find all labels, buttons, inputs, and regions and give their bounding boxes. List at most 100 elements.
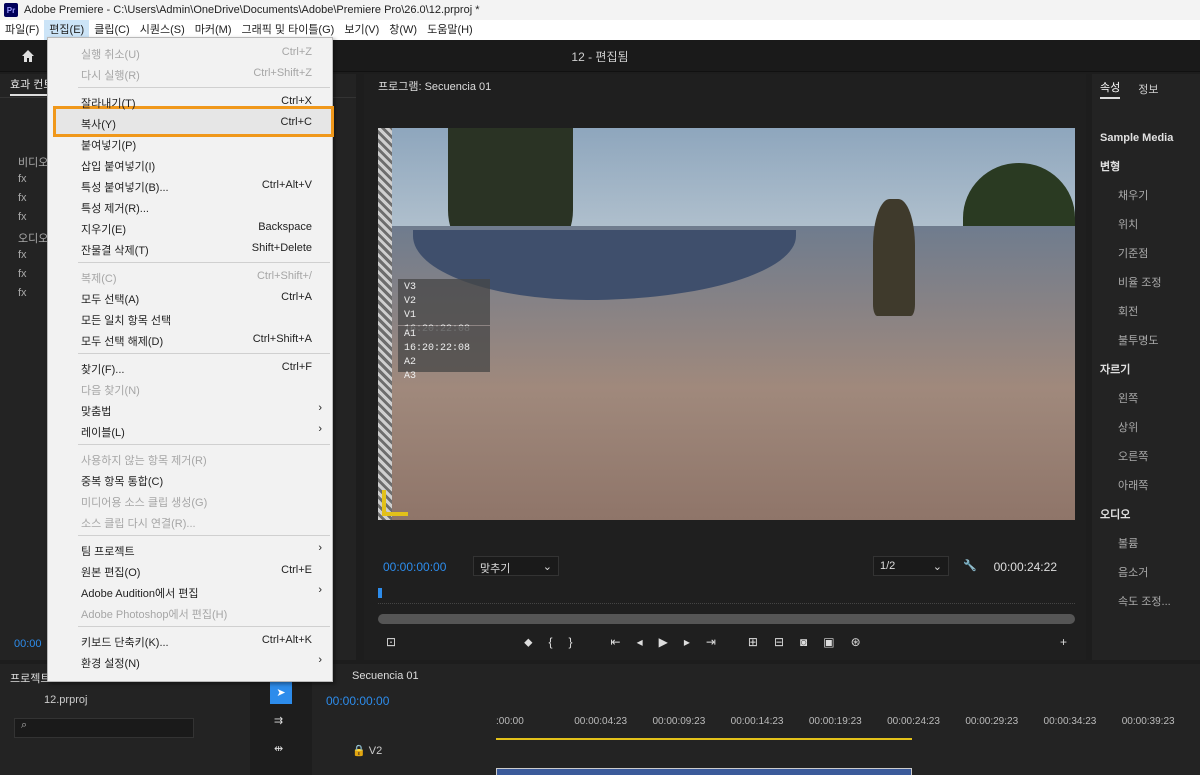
menu-item[interactable]: 지우기(E) Backspace: [48, 217, 332, 238]
section-audio[interactable]: 오디오: [1100, 501, 1200, 530]
timeline-timecode[interactable]: 00:00:00:00: [326, 694, 389, 708]
tab-properties[interactable]: 속성: [1100, 79, 1121, 99]
menu-file[interactable]: 파일(F): [0, 20, 44, 40]
menu-item[interactable]: 키보드 단축키(K)... Ctrl+Alt+K: [48, 630, 332, 651]
effect-row[interactable]: 오디오: [18, 230, 48, 249]
menu-item[interactable]: 잔물결 삭제(T) Shift+Delete: [48, 238, 332, 259]
menu-item[interactable]: 중복 항목 통합(C): [48, 469, 332, 490]
time-ruler[interactable]: [378, 588, 1075, 604]
effect-row[interactable]: fx: [18, 287, 48, 306]
overwrite-icon[interactable]: ⊟: [774, 635, 784, 649]
mute-checkbox[interactable]: 음소거: [1100, 559, 1200, 588]
menu-help[interactable]: 도움말(H): [422, 20, 478, 40]
in-point-icon[interactable]: {: [548, 635, 552, 649]
menu-item[interactable]: 특성 제거(R)...: [48, 196, 332, 217]
menu-item-label: 모든 일치 항목 선택: [81, 315, 172, 327]
go-to-in-icon[interactable]: ⇤: [611, 635, 621, 649]
quality-dropdown[interactable]: 1/2 ⌄: [873, 556, 949, 576]
menu-item-label: 모두 선택(A): [81, 294, 140, 306]
timeline-clip[interactable]: [496, 768, 912, 775]
menu-item[interactable]: 잘라내기(T) Ctrl+X: [48, 91, 332, 112]
property-item[interactable]: 위치: [1100, 211, 1200, 240]
go-to-out-icon[interactable]: ⇥: [706, 635, 716, 649]
menu-item[interactable]: 맞춤법 ›: [48, 399, 332, 420]
track-select-tool-icon[interactable]: ⇉: [274, 714, 283, 727]
property-item[interactable]: 아래쪽: [1100, 472, 1200, 501]
menu-item-shortcut: Ctrl+C: [280, 116, 312, 128]
project-file[interactable]: 12.prproj: [0, 692, 250, 708]
premiere-logo-icon: Pr: [4, 3, 18, 17]
playhead-marker[interactable]: [378, 588, 382, 598]
menu-view[interactable]: 보기(V): [339, 20, 384, 40]
menu-item[interactable]: 원본 편집(O) Ctrl+E: [48, 560, 332, 581]
property-item[interactable]: 볼륨: [1100, 530, 1200, 559]
menu-item[interactable]: 모든 일치 항목 선택: [48, 308, 332, 329]
menu-item[interactable]: 환경 설정(N) ›: [48, 651, 332, 672]
menu-item: 미디어용 소스 클립 생성(G): [48, 490, 332, 511]
marker-icon[interactable]: ⬥: [524, 635, 532, 650]
effect-row[interactable]: fx: [18, 192, 48, 211]
step-forward-icon[interactable]: ▸: [684, 635, 690, 649]
section-transform[interactable]: 변형: [1100, 153, 1200, 182]
play-icon[interactable]: ▶: [659, 635, 668, 649]
add-button-icon[interactable]: +: [1060, 635, 1067, 649]
menu-item[interactable]: 붙여넣기(P): [48, 133, 332, 154]
tab-program[interactable]: 프로그램: Secuencia 01: [378, 78, 491, 94]
lock-icon[interactable]: 🔒: [352, 745, 366, 757]
menu-item[interactable]: 모두 선택(A) Ctrl+A: [48, 287, 332, 308]
effect-timecode[interactable]: 00:00: [14, 638, 42, 650]
track-label: V2: [368, 745, 383, 757]
property-item[interactable]: 불투명도: [1100, 327, 1200, 356]
wrench-icon[interactable]: 🔧: [963, 559, 977, 572]
compare-icon[interactable]: ▣: [823, 635, 834, 649]
effect-row[interactable]: fx: [18, 173, 48, 192]
menu-item-label: 특성 붙여넣기(B)...: [81, 182, 169, 194]
menu-item[interactable]: 삽입 붙여넣기(I): [48, 154, 332, 175]
submenu-arrow-icon: ›: [318, 542, 322, 554]
playhead-timecode[interactable]: 00:00:00:00: [383, 560, 446, 574]
menu-item[interactable]: 찾기(F)... Ctrl+F: [48, 357, 332, 378]
menu-item: 다음 찾기(N): [48, 378, 332, 399]
tab-info[interactable]: 정보: [1138, 81, 1158, 97]
selection-tool-icon[interactable]: ➤: [270, 682, 292, 704]
work-area-bar[interactable]: [496, 738, 912, 740]
property-item[interactable]: 회전: [1100, 298, 1200, 327]
effect-row[interactable]: fx: [18, 211, 48, 230]
tab-sequence[interactable]: Secuencia 01: [352, 670, 419, 682]
out-point-icon[interactable]: }: [568, 635, 572, 649]
menu-item[interactable]: 팀 프로젝트 ›: [48, 539, 332, 560]
section-crop[interactable]: 자르기: [1100, 356, 1200, 385]
property-item[interactable]: 오른쪽: [1100, 443, 1200, 472]
step-back-icon[interactable]: ◂: [637, 635, 643, 649]
effect-row[interactable]: fx: [18, 249, 48, 268]
property-item[interactable]: 상위: [1100, 414, 1200, 443]
vr-icon[interactable]: ⊛: [851, 635, 861, 649]
fit-dropdown[interactable]: 맞추기 ⌄: [473, 556, 559, 576]
menu-item[interactable]: 레이블(L) ›: [48, 420, 332, 441]
camera-icon[interactable]: ◙: [800, 635, 807, 649]
menu-item[interactable]: 모두 선택 해제(D) Ctrl+Shift+A: [48, 329, 332, 350]
menu-item-shortcut: Ctrl+Shift+/: [256, 270, 312, 282]
video-preview[interactable]: V3 V2 V1 16:20:22:08 A1 16:20:22:08 A2 A…: [378, 128, 1075, 520]
effect-row[interactable]: 비디오: [18, 154, 48, 173]
effect-row[interactable]: fx: [18, 268, 48, 287]
tick-label: 00:00:14:23: [730, 716, 784, 727]
menu-item-label: 특성 제거(R)...: [81, 203, 149, 215]
property-item[interactable]: 채우기: [1100, 182, 1200, 211]
property-item[interactable]: 왼쪽: [1100, 385, 1200, 414]
menu-item-label: 키보드 단축키(K)...: [81, 637, 169, 649]
safe-margins-icon[interactable]: ⊡: [386, 635, 396, 649]
insert-icon[interactable]: ⊞: [748, 635, 758, 649]
menu-item[interactable]: 복사(Y) Ctrl+C: [48, 112, 332, 133]
menu-window[interactable]: 창(W): [384, 20, 422, 40]
ripple-edit-tool-icon[interactable]: ⇹: [274, 742, 283, 755]
property-item[interactable]: 기준점: [1100, 240, 1200, 269]
duration-timecode: 00:00:24:22: [993, 560, 1057, 574]
speed-button[interactable]: 속도 조정...: [1100, 588, 1200, 617]
zoom-scrollbar[interactable]: [378, 614, 1075, 624]
menu-item-shortcut: Ctrl+X: [281, 95, 312, 107]
project-search-input[interactable]: ⌕: [14, 718, 194, 738]
property-item[interactable]: 비율 조정: [1100, 269, 1200, 298]
menu-item[interactable]: 특성 붙여넣기(B)... Ctrl+Alt+V: [48, 175, 332, 196]
menu-item[interactable]: Adobe Audition에서 편집 ›: [48, 581, 332, 602]
